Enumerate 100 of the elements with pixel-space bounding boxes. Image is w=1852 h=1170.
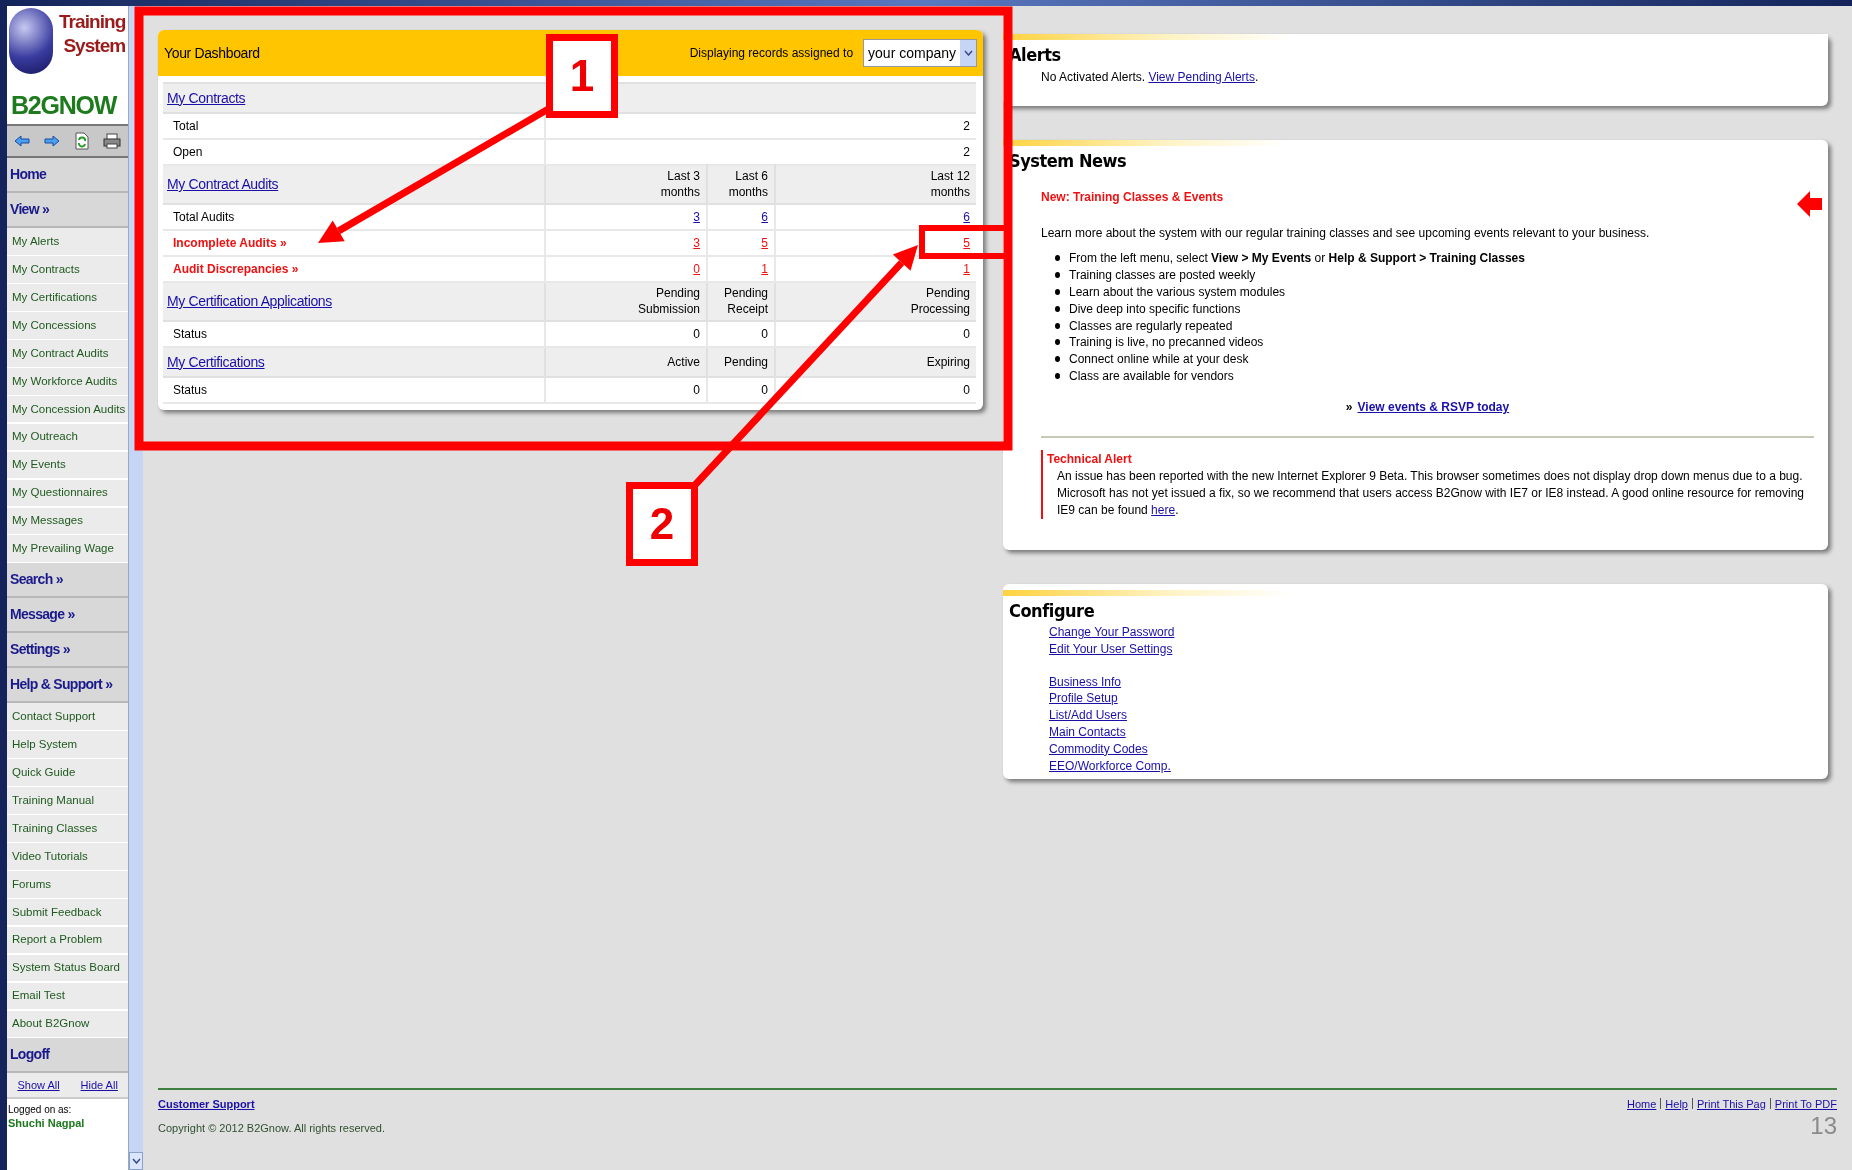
caret-icon [963,50,973,56]
section-link[interactable]: My Contracts [167,89,246,106]
menu-item[interactable]: My Concession Audits [7,395,129,424]
count-link[interactable]: 5 [963,236,970,250]
footer-link[interactable]: Print To PDF [1774,1095,1837,1112]
column-header: Pending Processing [909,285,970,317]
menu-item[interactable]: Training Classes [7,815,129,843]
menu-header[interactable]: Message » [7,598,129,634]
count-link[interactable]: 5 [761,236,768,250]
row-label: Open [173,145,203,159]
bullet-icon [1055,289,1060,295]
company-dropdown[interactable]: your company [863,39,977,67]
bullet-text: Dive deep into specific functions [1069,300,1241,318]
menu-item[interactable]: Quick Guide [7,759,129,787]
user-name: Shuchi Nagpal [8,1116,86,1131]
count-link[interactable]: 6 [761,210,768,224]
configure-link[interactable]: Main Contacts [1049,724,1126,741]
bullet-icon [1055,305,1060,312]
configure-link[interactable]: List/Add Users [1049,707,1128,724]
print-icon[interactable] [103,133,122,149]
column-header: Active [667,354,700,370]
menu-item[interactable]: Help System [7,731,129,759]
menu-item[interactable]: My Prevailing Wage [7,535,129,564]
card-title: System News [1009,148,1127,173]
configure-link[interactable]: Commodity Codes [1049,740,1148,758]
menu-item[interactable]: Video Tutorials [7,843,129,871]
customer-support-link[interactable]: Customer Support [158,1095,255,1112]
footer-link[interactable]: Print This Pag [1696,1095,1766,1112]
bullet-text: Training classes are posted weekly [1069,267,1256,285]
menu-item[interactable]: My Alerts [7,228,129,256]
count-value: 0 [963,383,970,397]
menu-item[interactable]: My Contract Audits [7,340,129,368]
menu-item[interactable]: My Questionnaires [7,479,129,508]
forward-arrow-icon[interactable] [44,135,61,147]
menu-item[interactable]: Training Manual [7,787,129,815]
section-link[interactable]: My Contract Audits [167,176,279,192]
pending-alerts-link[interactable]: View Pending Alerts [1148,70,1255,84]
bullet-icon [1055,372,1060,379]
menu-header[interactable]: Search » [7,563,129,599]
menu-item[interactable]: About B2Gnow [7,1010,129,1039]
toggle-link[interactable]: Hide All [80,1076,118,1094]
footer-link[interactable]: Home [1627,1095,1657,1112]
count-link[interactable]: 1 [963,262,970,276]
count-value: 2 [963,145,970,159]
section-link[interactable]: My Certification Applications [167,293,332,309]
back-arrow-icon[interactable] [14,135,31,147]
alerts-text: No Activated Alerts. View Pending Alerts. [1040,69,1260,86]
footer-link[interactable]: Help [1665,1095,1688,1112]
menu-item[interactable]: My Events [7,451,129,480]
count-link[interactable]: 1 [761,262,768,276]
count-link[interactable]: 3 [693,210,700,224]
news-headline: New: Training Classes & Events [1041,189,1224,206]
row-label[interactable]: Audit Discrepancies » [173,262,299,276]
menu-item[interactable]: Forums [7,870,129,899]
dashboard-title: Your Dashboard [164,43,260,63]
menu-header[interactable]: Help & Support » [7,668,129,704]
bullet-text: Classes are regularly repeated [1069,317,1233,335]
configure-link[interactable]: Edit Your User Settings [1049,640,1173,658]
count-value: 0 [761,383,768,397]
menu-item[interactable]: My Outreach [7,423,129,452]
down-caret-icon [131,1158,141,1164]
configure-link[interactable]: Change Your Password [1049,624,1175,641]
menu-item[interactable]: My Messages [7,507,129,536]
menu-header[interactable]: Settings » [7,633,129,669]
configure-link[interactable]: Profile Setup [1049,690,1118,708]
menu-item[interactable]: My Workforce Audits [7,367,129,396]
bullet-icon [1055,255,1060,262]
count-value: 2 [963,119,970,133]
menu-item[interactable]: System Status Board [7,954,129,983]
count-link[interactable]: 3 [693,236,700,250]
row-label[interactable]: Incomplete Audits » [173,236,287,250]
bullet-icon [1055,322,1060,329]
events-link[interactable]: View events & RSVP today [1357,398,1510,417]
toggle-link[interactable]: Show All [17,1076,60,1094]
configure-link[interactable]: Business Info [1049,673,1122,691]
configure-link[interactable]: EEO/Workforce Comp. [1049,757,1171,775]
menu-item[interactable]: My Contracts [7,256,129,284]
column-header: Expiring [926,354,970,370]
menu-header[interactable]: Home [7,158,129,193]
menu-header[interactable]: Logoff [7,1038,129,1074]
menu-item[interactable]: Email Test [7,982,129,1011]
count-link[interactable]: 0 [693,262,700,276]
card-title: Alerts [1009,42,1061,67]
menu-header[interactable]: View » [7,193,129,228]
row-label: Total Audits [173,210,235,224]
bullet-icon [1055,272,1060,279]
card-title: Configure [1009,598,1095,623]
count-link[interactable]: 6 [963,210,970,224]
bullet-text: Class are available for vendors [1069,368,1234,385]
menu-item[interactable]: Report a Problem [7,926,129,955]
menu-item[interactable]: Contact Support [7,703,129,731]
menu-item[interactable]: My Certifications [7,284,129,312]
bullet-icon [1055,339,1060,346]
news-intro: Learn more about the system with our regular training classes and see upcoming events relevant to your business. [1041,225,1651,242]
section-link[interactable]: My Certifications [167,353,265,370]
menu-item[interactable]: My Concessions [7,312,129,340]
callout-box: 2 [626,482,698,566]
column-header: Pending [723,354,768,370]
menu-item[interactable]: Submit Feedback [7,898,129,927]
refresh-document-icon[interactable] [74,132,89,150]
